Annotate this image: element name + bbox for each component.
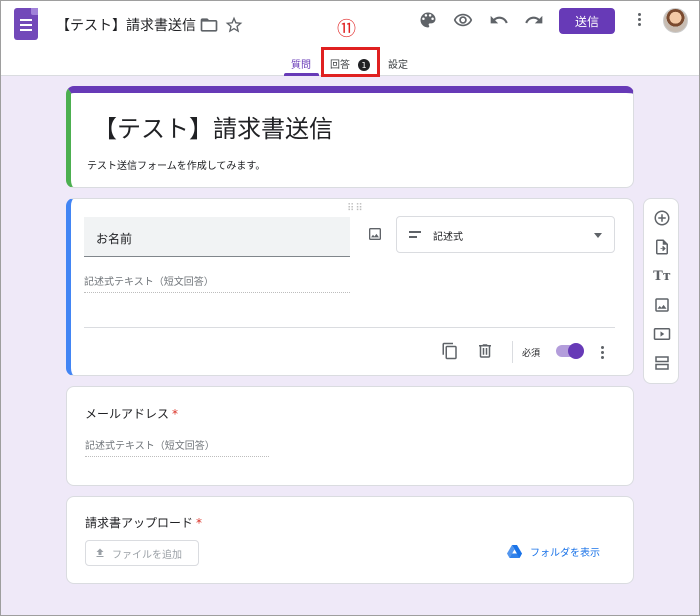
folder-icon[interactable] bbox=[197, 13, 221, 37]
upload-icon bbox=[96, 548, 104, 557]
footer-divider bbox=[84, 327, 615, 328]
question-title-upload-text: 請求書アップロード bbox=[85, 516, 194, 530]
add-video-icon[interactable] bbox=[652, 324, 672, 344]
short-answer-placeholder: 記述式テキスト（短文回答） bbox=[84, 273, 350, 293]
document-title[interactable]: 【テスト】請求書送信 bbox=[56, 15, 196, 35]
redo-icon[interactable] bbox=[522, 8, 546, 32]
undo-icon[interactable] bbox=[487, 8, 511, 32]
question-more-icon[interactable] bbox=[601, 346, 605, 361]
question-title-upload: 請求書アップロード * bbox=[85, 514, 202, 531]
view-folder-link[interactable]: フォルダを表示 bbox=[507, 544, 600, 559]
google-drive-icon bbox=[507, 545, 522, 558]
add-image-tool-icon[interactable] bbox=[652, 295, 672, 315]
delete-trash-icon[interactable] bbox=[476, 342, 494, 364]
question-title-email: メールアドレス * bbox=[85, 405, 178, 422]
form-title-card[interactable]: 【テスト】請求書送信 テスト送信フォームを作成してみます。 bbox=[66, 86, 634, 188]
add-file-button[interactable]: ファイルを追加 bbox=[85, 540, 199, 566]
question-card-email[interactable]: メールアドレス * 記述式テキスト（短文回答） bbox=[66, 386, 634, 486]
more-options-icon[interactable] bbox=[638, 13, 642, 28]
add-title-icon[interactable]: Tт bbox=[652, 266, 672, 286]
dropdown-arrow-icon bbox=[594, 233, 602, 238]
required-toggle[interactable] bbox=[556, 343, 584, 359]
active-tab-indicator bbox=[284, 73, 319, 76]
footer-separator bbox=[512, 341, 513, 363]
user-avatar[interactable] bbox=[663, 8, 688, 33]
add-section-icon[interactable] bbox=[652, 353, 672, 373]
star-icon[interactable] bbox=[222, 13, 246, 37]
side-toolbar: Tт bbox=[643, 198, 679, 384]
add-file-label: ファイルを追加 bbox=[112, 549, 182, 561]
question-card-upload[interactable]: 請求書アップロード * ファイルを追加 フォルダを表示 bbox=[66, 496, 634, 584]
question-title-email-text: メールアドレス bbox=[85, 407, 170, 421]
import-questions-icon[interactable] bbox=[652, 237, 672, 257]
form-description[interactable]: テスト送信フォームを作成してみます。 bbox=[87, 157, 265, 172]
question-title-input[interactable]: お名前 bbox=[84, 217, 350, 257]
tab-settings[interactable]: 設定 bbox=[388, 56, 408, 71]
annotation-highlight-box bbox=[321, 47, 380, 77]
form-title[interactable]: 【テスト】請求書送信 bbox=[93, 109, 333, 144]
top-bar: 【テスト】請求書送信 ⑪ 送信 質問 回答 1 設定 bbox=[0, 0, 700, 77]
drag-handle-icon[interactable]: ⠿⠿ bbox=[347, 203, 364, 214]
required-label: 必須 bbox=[522, 349, 541, 359]
preview-eye-icon[interactable] bbox=[451, 8, 475, 32]
view-folder-label: フォルダを表示 bbox=[530, 548, 600, 559]
add-question-icon[interactable] bbox=[652, 208, 672, 228]
required-asterisk: * bbox=[196, 516, 203, 530]
question-card-name[interactable]: ⠿⠿ お名前 記述式 記述式テキスト（短文回答） 必須 bbox=[66, 198, 634, 376]
question-type-select[interactable]: 記述式 bbox=[396, 216, 615, 253]
duplicate-icon[interactable] bbox=[441, 342, 459, 364]
forms-app-icon[interactable] bbox=[14, 8, 38, 40]
short-answer-placeholder: 記述式テキスト（短文回答） bbox=[85, 437, 269, 457]
add-image-icon[interactable] bbox=[367, 226, 383, 246]
required-asterisk: * bbox=[172, 407, 179, 421]
question-type-label: 記述式 bbox=[433, 232, 463, 243]
short-text-icon bbox=[409, 231, 421, 241]
send-button[interactable]: 送信 bbox=[559, 8, 615, 34]
palette-icon[interactable] bbox=[416, 8, 440, 32]
annotation-callout-number: ⑪ bbox=[337, 18, 357, 40]
tab-questions[interactable]: 質問 bbox=[291, 56, 311, 71]
